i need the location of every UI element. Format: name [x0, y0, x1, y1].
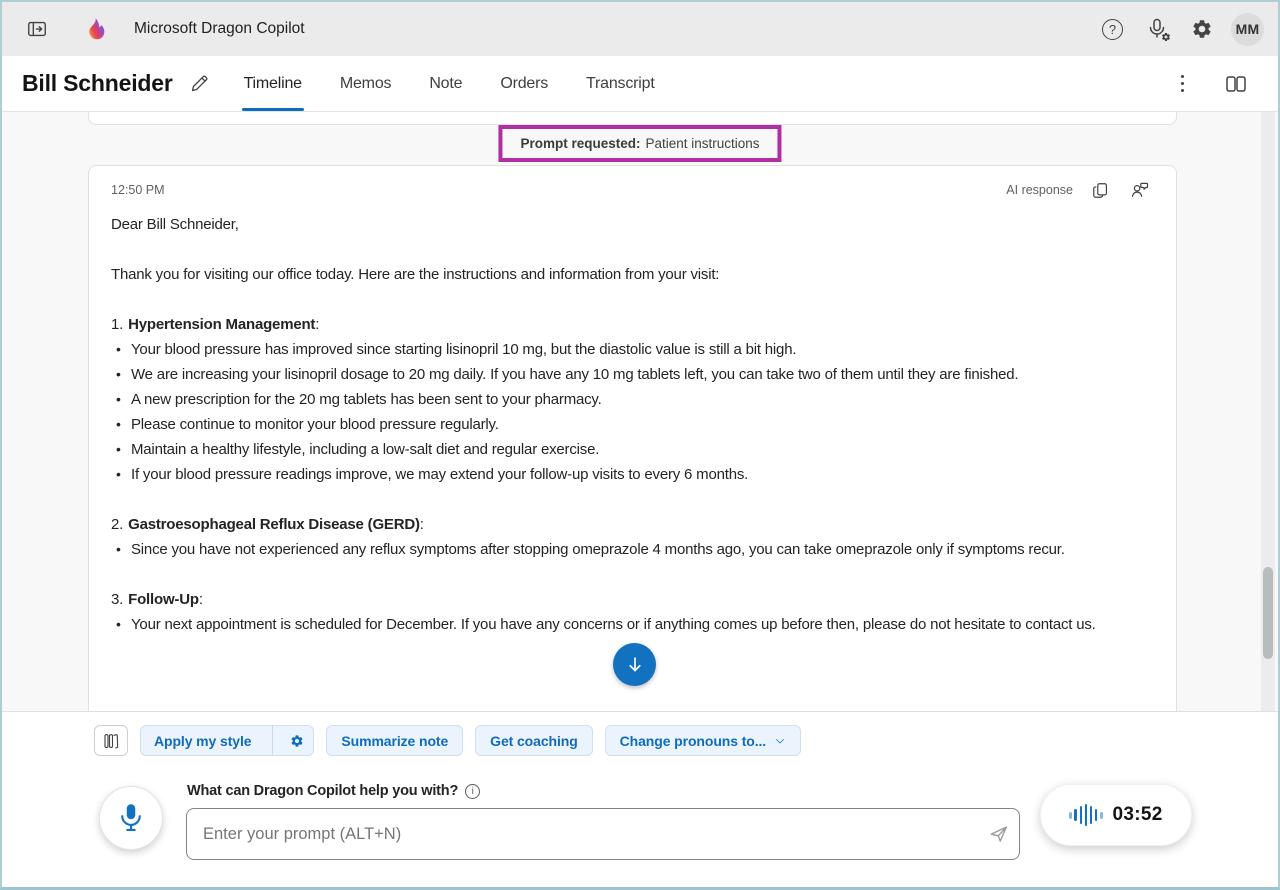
- instruction-section: 2.Gastroesophageal Reflux Disease (GERD)…: [111, 512, 1154, 562]
- tab-bar: Timeline Memos Note Orders Transcript: [242, 56, 657, 111]
- message-body: Dear Bill Schneider, Thank you for visit…: [111, 212, 1154, 637]
- prompt-help-text: What can Dragon Copilot help you with?: [187, 783, 458, 799]
- settings-button[interactable]: [1187, 14, 1217, 44]
- dictation-mic-button[interactable]: [99, 786, 163, 850]
- copy-button[interactable]: [1087, 177, 1114, 204]
- tab-transcript[interactable]: Transcript: [584, 56, 657, 111]
- bullet-item: Since you have not experienced any reflu…: [116, 537, 1154, 562]
- scrollbar-track[interactable]: [1261, 112, 1275, 711]
- bullet-item: Your next appointment is scheduled for D…: [116, 612, 1154, 637]
- app-title: Microsoft Dragon Copilot: [134, 20, 305, 38]
- gear-icon: [290, 734, 304, 748]
- instruction-section: 3.Follow-Up:Your next appointment is sch…: [111, 587, 1154, 637]
- help-icon: ?: [1102, 19, 1123, 40]
- waveform-icon: [1069, 804, 1102, 826]
- app-bar: Microsoft Dragon Copilot ?: [2, 2, 1278, 56]
- prompt-help-label: What can Dragon Copilot help you with? i: [187, 783, 480, 799]
- info-icon[interactable]: i: [465, 784, 480, 799]
- prompt-input[interactable]: [186, 808, 1020, 860]
- scroll-to-bottom-button[interactable]: [613, 643, 656, 686]
- dragon-copilot-logo: [84, 17, 106, 41]
- recording-timer: 03:52: [1113, 804, 1163, 826]
- banner-label: Prompt requested:: [520, 136, 640, 151]
- section-bullets: Your blood pressure has improved since s…: [111, 337, 1154, 487]
- section-heading: 2.Gastroesophageal Reflux Disease (GERD)…: [111, 512, 1154, 537]
- get-coaching-button[interactable]: Get coaching: [475, 725, 592, 756]
- bullet-item: Maintain a healthy lifestyle, including …: [116, 437, 1154, 462]
- ai-response-card: 12:50 PM AI response: [88, 165, 1177, 711]
- apply-style-settings-button[interactable]: [281, 726, 313, 755]
- library-icon: [102, 732, 120, 750]
- bullet-item: If your blood pressure readings improve,…: [116, 462, 1154, 487]
- microphone-icon: [116, 801, 146, 835]
- open-panel-button[interactable]: [22, 14, 52, 44]
- microphone-settings-button[interactable]: [1141, 13, 1173, 45]
- apply-my-style-label[interactable]: Apply my style: [141, 726, 264, 755]
- section-heading: 1.Hypertension Management:: [111, 312, 1154, 337]
- copy-icon: [1091, 181, 1110, 200]
- change-pronouns-label: Change pronouns to...: [620, 733, 766, 749]
- summarize-note-button[interactable]: Summarize note: [326, 725, 463, 756]
- edit-patient-name-button[interactable]: [185, 69, 214, 98]
- feedback-button[interactable]: [1126, 176, 1154, 204]
- patient-header: Bill Schneider Timeline Memos Note Order…: [2, 56, 1278, 112]
- quick-actions-row: Apply my style Summarize note Get coachi…: [2, 712, 1278, 756]
- send-prompt-button[interactable]: [988, 823, 1010, 845]
- bullet-item: Please continue to monitor your blood pr…: [116, 412, 1154, 437]
- tab-memos[interactable]: Memos: [338, 56, 393, 111]
- bullet-item: We are increasing your lisinopril dosage…: [116, 362, 1154, 387]
- previous-card-edge: [88, 112, 1177, 125]
- prompt-requested-banner: Prompt requested: Patient instructions: [498, 125, 781, 162]
- more-options-button[interactable]: [1175, 71, 1190, 96]
- bullet-item: Your blood pressure has improved since s…: [116, 337, 1154, 362]
- settings-gear-mini-icon: [1160, 31, 1172, 43]
- timeline-content: Prompt requested: Patient instructions 1…: [2, 112, 1278, 711]
- split-view-icon: [1224, 72, 1248, 96]
- open-panel-icon: [26, 18, 48, 40]
- dragon-copilot-window: Microsoft Dragon Copilot ?: [0, 0, 1280, 890]
- person-feedback-icon: [1130, 180, 1150, 200]
- gear-icon: [1191, 18, 1213, 40]
- tab-timeline[interactable]: Timeline: [242, 56, 304, 111]
- help-button[interactable]: ?: [1098, 15, 1127, 44]
- patient-name: Bill Schneider: [22, 70, 173, 97]
- instruction-section: 1.Hypertension Management:Your blood pre…: [111, 312, 1154, 487]
- change-pronouns-button[interactable]: Change pronouns to...: [605, 725, 801, 756]
- button-divider: [272, 726, 273, 755]
- prompt-panel: Apply my style Summarize note Get coachi…: [2, 711, 1278, 887]
- message-timestamp: 12:50 PM: [111, 183, 165, 197]
- banner-value: Patient instructions: [645, 136, 759, 151]
- message-sections: 1.Hypertension Management:Your blood pre…: [111, 312, 1154, 637]
- scrollbar-thumb[interactable]: [1263, 567, 1273, 659]
- arrow-down-icon: [624, 654, 646, 676]
- split-view-button[interactable]: [1220, 68, 1252, 100]
- bullet-item: A new prescription for the 20 mg tablets…: [116, 387, 1154, 412]
- chevron-down-icon: [774, 735, 786, 747]
- greeting: Dear Bill Schneider,: [111, 212, 1154, 237]
- section-bullets: Your next appointment is scheduled for D…: [111, 612, 1154, 637]
- intro-paragraph: Thank you for visiting our office today.…: [111, 262, 1154, 287]
- ai-response-label: AI response: [1006, 183, 1073, 197]
- section-heading: 3.Follow-Up:: [111, 587, 1154, 612]
- tab-orders[interactable]: Orders: [498, 56, 550, 111]
- prompt-library-button[interactable]: [94, 725, 128, 756]
- pencil-icon: [189, 73, 210, 94]
- tab-note[interactable]: Note: [427, 56, 464, 111]
- section-bullets: Since you have not experienced any reflu…: [111, 537, 1154, 562]
- user-avatar[interactable]: MM: [1231, 13, 1264, 46]
- recording-timer-button[interactable]: 03:52: [1040, 784, 1192, 846]
- send-icon: [988, 823, 1010, 845]
- apply-my-style-button[interactable]: Apply my style: [140, 725, 314, 756]
